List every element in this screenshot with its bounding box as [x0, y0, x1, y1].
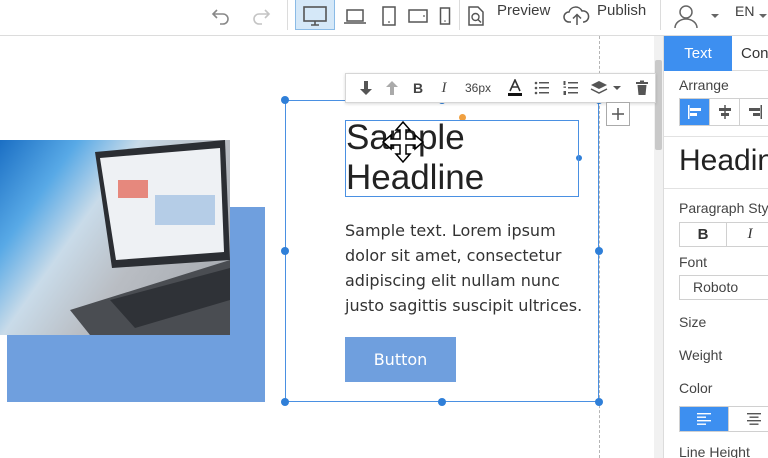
tablet-icon[interactable]: [378, 0, 400, 32]
move-down-icon[interactable]: [356, 74, 376, 102]
tab-content[interactable]: Con: [732, 36, 768, 71]
divider: [459, 0, 460, 30]
bold-style-button[interactable]: B: [680, 223, 727, 246]
numbered-list-icon[interactable]: [560, 74, 582, 102]
font-size-selector[interactable]: 36px: [461, 74, 495, 102]
chevron-down-icon[interactable]: [611, 74, 623, 102]
sample-button[interactable]: Button: [345, 337, 456, 382]
redo-icon[interactable]: [248, 0, 274, 32]
preview-icon[interactable]: [463, 0, 489, 32]
language-selector[interactable]: EN: [735, 0, 754, 22]
phone-icon[interactable]: [435, 0, 455, 32]
resize-handle[interactable]: [438, 398, 446, 406]
divider: [660, 0, 661, 30]
publish-button[interactable]: Publish: [597, 0, 646, 22]
laptop-icon[interactable]: [340, 0, 370, 32]
align-right-arrange-button[interactable]: [740, 99, 768, 125]
resize-handle[interactable]: [281, 247, 289, 255]
italic-button[interactable]: I: [434, 74, 454, 102]
bullet-list-icon[interactable]: [531, 74, 553, 102]
text-align-group: [679, 406, 768, 432]
resize-handle[interactable]: [595, 398, 603, 406]
properties-panel: Text Con Arrange Headin Paragraph Sty B …: [663, 36, 768, 458]
align-left-arrange-button[interactable]: [680, 99, 710, 125]
text-style-group: B I: [679, 222, 768, 247]
arrange-group: [679, 98, 768, 126]
divider: [287, 0, 288, 30]
text-align-center-button[interactable]: [729, 407, 768, 431]
divider: [664, 188, 768, 189]
divider: [664, 136, 768, 137]
cloud-upload-icon[interactable]: [562, 0, 592, 32]
tab-text[interactable]: Text: [664, 36, 732, 71]
italic-style-button[interactable]: I: [727, 223, 768, 246]
text-color-icon[interactable]: [504, 74, 526, 102]
color-label: Color: [679, 380, 713, 396]
move-up-icon[interactable]: [382, 74, 402, 102]
text-format-toolbar: B I 36px: [345, 73, 656, 103]
size-label: Size: [679, 314, 707, 330]
add-element-button[interactable]: [606, 102, 630, 126]
line-height-label: Line Height: [679, 444, 750, 458]
move-cursor-icon: [381, 120, 425, 164]
arrange-label: Arrange: [679, 77, 729, 93]
chevron-down-icon[interactable]: [758, 0, 768, 32]
preview-button[interactable]: Preview: [497, 0, 550, 22]
font-label: Font: [679, 254, 708, 270]
tablet-landscape-icon[interactable]: [405, 0, 431, 32]
weight-label: Weight: [679, 347, 723, 363]
align-center-arrange-button[interactable]: [710, 99, 740, 125]
paragraph-style-label: Paragraph Sty: [679, 200, 768, 216]
bold-button[interactable]: B: [408, 74, 428, 102]
chevron-down-icon[interactable]: [708, 0, 722, 32]
resize-handle[interactable]: [281, 398, 289, 406]
laptop-photo[interactable]: [0, 140, 230, 335]
layers-icon[interactable]: [588, 74, 610, 102]
desktop-icon[interactable]: [297, 0, 333, 32]
text-align-left-button[interactable]: [680, 407, 730, 431]
resize-handle[interactable]: [281, 96, 289, 104]
user-icon[interactable]: [671, 0, 701, 32]
top-toolbar: Preview Publish EN: [0, 0, 768, 36]
scrollbar-thumb[interactable]: [655, 60, 662, 150]
sample-body-text[interactable]: Sample text. Lorem ipsum dolor sit amet,…: [345, 218, 585, 318]
undo-icon[interactable]: [208, 0, 234, 32]
resize-handle[interactable]: [595, 247, 603, 255]
font-family-select[interactable]: Roboto: [679, 275, 768, 300]
trash-icon[interactable]: [632, 74, 652, 102]
heading-style-preview[interactable]: Headin: [679, 144, 768, 178]
